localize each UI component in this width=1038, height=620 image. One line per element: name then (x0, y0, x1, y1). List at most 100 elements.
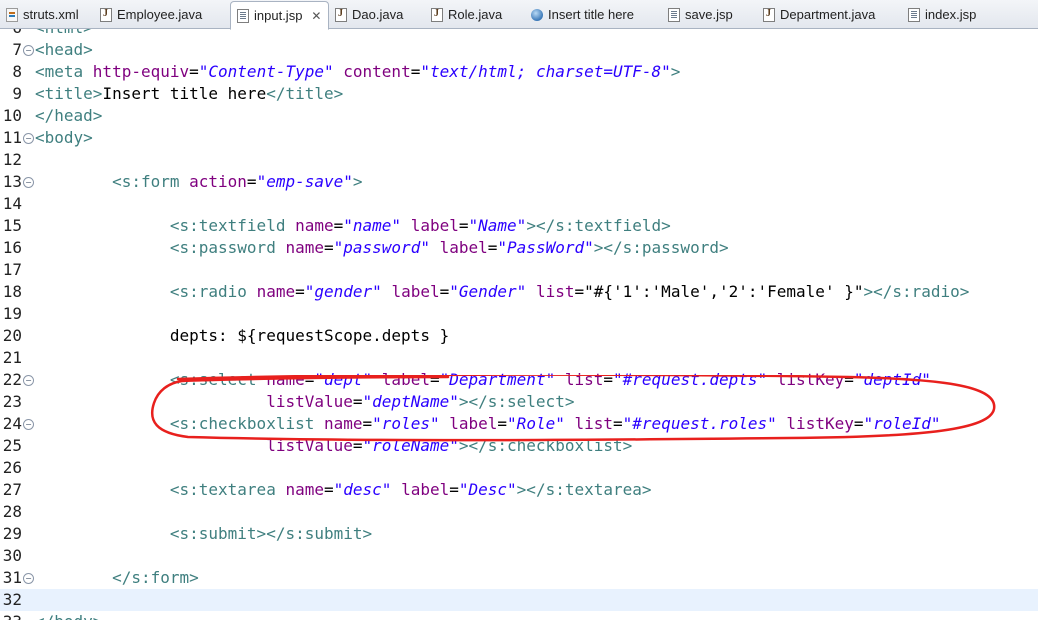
code-token: </title> (266, 84, 344, 103)
fold-toggle-icon[interactable]: − (23, 45, 34, 56)
line-number: 6 (0, 29, 22, 39)
code-token: > (670, 62, 681, 81)
line-number: 10 (2, 106, 22, 125)
code-line[interactable]: 32 (0, 589, 1038, 611)
code-token: "name" (343, 216, 402, 235)
fold-toggle-icon[interactable]: − (23, 133, 34, 144)
code-line[interactable]: 17 (0, 259, 1038, 281)
code-token: = (362, 414, 373, 433)
code-text: <s:submit></s:submit> (35, 523, 372, 545)
code-line[interactable]: 33 </body> (0, 611, 1038, 620)
code-line[interactable]: 7− <head> (0, 39, 1038, 61)
code-token: <body> (35, 128, 93, 147)
line-number: 22 (2, 370, 22, 389)
code-line[interactable]: 21 (0, 347, 1038, 369)
code-token: = (323, 480, 334, 499)
code-line[interactable]: 16 <s:password name="password" label="Pa… (0, 237, 1038, 259)
code-token: name (285, 238, 324, 257)
close-tab-icon[interactable]: ✕ (310, 10, 322, 22)
code-token: "deptName" (362, 392, 459, 411)
tab-input-jsp[interactable]: input.jsp ✕ (230, 1, 330, 30)
line-number: 17 (2, 260, 22, 279)
code-line[interactable]: 19 (0, 303, 1038, 325)
tab-insert-title-here[interactable]: Insert title here (531, 2, 634, 27)
code-line[interactable]: 28 (0, 501, 1038, 523)
tab-struts-xml[interactable]: struts.xml (6, 2, 79, 27)
line-number: 29 (2, 524, 22, 543)
code-line[interactable]: 11− <body> (0, 127, 1038, 149)
tab-save-jsp[interactable]: save.jsp (668, 2, 733, 27)
java-file-icon (431, 7, 443, 22)
code-token: <s:checkboxlist (169, 414, 324, 433)
fold-toggle-icon[interactable]: − (23, 419, 34, 430)
code-token: <title> (35, 84, 103, 103)
tab-label: Department.java (780, 7, 876, 22)
code-line[interactable]: 25 listValue="roleName"></s:checkboxlist… (0, 435, 1038, 457)
code-line[interactable]: 14 (0, 193, 1038, 215)
code-token: "dept" (314, 370, 373, 389)
code-text: listValue="deptName"></s:select> (35, 391, 574, 413)
code-token: <html> (35, 29, 93, 37)
code-token: "desc" (333, 480, 392, 499)
code-line[interactable]: 15 <s:textfield name="name" label="Name"… (0, 215, 1038, 237)
line-number: 19 (2, 304, 22, 323)
code-line[interactable]: 18 <s:radio name="gender" label="Gender"… (0, 281, 1038, 303)
code-line[interactable]: 22− <s:select name="dept" label="Departm… (0, 369, 1038, 391)
code-line[interactable]: 6 <html> (0, 29, 1038, 39)
code-line[interactable]: 8 <meta http-equiv="Content-Type" content… (0, 61, 1038, 83)
code-token: depts: ${requestScope.depts } (35, 326, 450, 345)
code-token: Insert title here (102, 84, 267, 103)
tab-index-jsp[interactable]: index.jsp (908, 2, 976, 27)
code-token: "deptId" (853, 370, 931, 389)
fold-toggle-icon[interactable]: − (23, 375, 34, 386)
code-editor[interactable]: 6 <html> 7−<head>8<meta http-equiv="Conten… (0, 29, 1038, 620)
code-token: <s:password (169, 238, 286, 257)
code-line[interactable]: 9 <title>Insert title here</title> (0, 83, 1038, 105)
code-line[interactable]: 10 </head> (0, 105, 1038, 127)
tab-department-java[interactable]: Department.java (763, 2, 875, 27)
code-line[interactable]: 31− </s:form> (0, 567, 1038, 589)
code-line[interactable]: 24− <s:checkboxlist name="roles" label="… (0, 413, 1038, 435)
line-number: 14 (2, 194, 22, 213)
code-line[interactable]: 30 (0, 545, 1038, 567)
tab-role-java[interactable]: Role.java (431, 2, 502, 27)
code-token: "roles" (372, 414, 440, 433)
code-line[interactable]: 26 (0, 457, 1038, 479)
code-token: = (449, 480, 459, 499)
code-line[interactable]: 23 listValue="deptName"></s:select> (0, 391, 1038, 413)
code-text: <meta http-equiv="Content-Type" content=… (35, 61, 680, 83)
code-text: <s:checkboxlist name="roles" label="Role… (35, 413, 941, 435)
line-number: 23 (2, 392, 22, 411)
code-token: = (487, 238, 498, 257)
code-token: "gender" (304, 282, 382, 301)
tab-label: save.jsp (685, 7, 733, 22)
code-token: = (246, 172, 257, 191)
fold-toggle-icon[interactable]: − (23, 573, 34, 584)
tab-dao-java[interactable]: Dao.java (335, 2, 403, 27)
code-line[interactable]: 27 <s:textarea name="desc" label="Desc">… (0, 479, 1038, 501)
code-line[interactable]: 20 depts: ${requestScope.depts } (0, 325, 1038, 347)
fold-toggle-icon[interactable]: − (23, 177, 34, 188)
code-line[interactable]: 12 (0, 149, 1038, 171)
code-token: label (401, 480, 450, 499)
code-text: <head> (35, 39, 93, 61)
code-line[interactable]: 29 <s:submit></s:submit> (0, 523, 1038, 545)
java-file-icon (335, 7, 347, 22)
code-token: = (603, 370, 614, 389)
code-token: <meta (35, 62, 93, 81)
tab-label: Dao.java (352, 7, 404, 22)
line-number: 18 (2, 282, 22, 301)
code-line[interactable]: 13− <s:form action="emp-save"> (0, 171, 1038, 193)
tab-employee-java[interactable]: Employee.java (100, 2, 202, 27)
code-token: http-equiv (92, 62, 190, 81)
line-number: 25 (2, 436, 22, 455)
